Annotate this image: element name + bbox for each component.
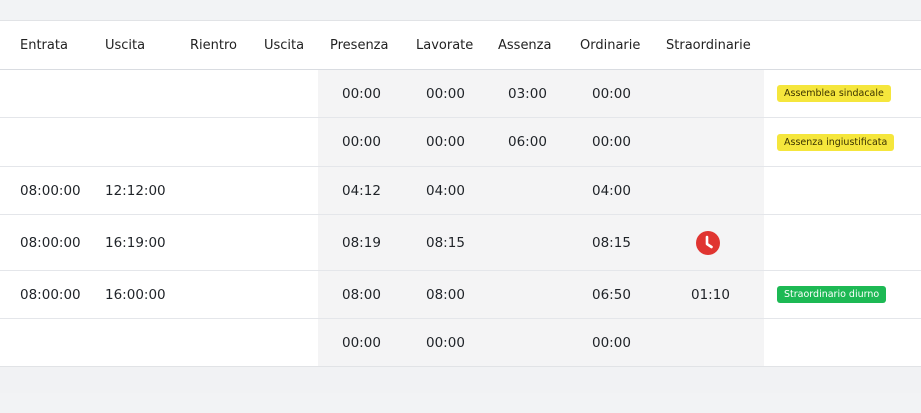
cell-ordinarie: 08:15 <box>592 234 631 251</box>
col-header-rientro: Rientro <box>190 37 237 53</box>
cell-ordinarie: 04:00 <box>592 182 631 199</box>
table-row[interactable]: 08:00:00 16:00:00 08:00 08:00 06:50 01:1… <box>0 271 921 319</box>
cell-lavorate: 00:00 <box>426 134 465 150</box>
cell-uscita: 16:00:00 <box>105 286 166 303</box>
top-strip <box>0 0 921 21</box>
cell-lavorate: 08:00 <box>426 286 465 303</box>
cell-uscita: 12:12:00 <box>105 182 166 199</box>
col-header-uscita: Uscita <box>105 37 146 53</box>
col-header-presenza: Presenza <box>330 37 389 53</box>
cell-entrata: 08:00:00 <box>20 234 81 251</box>
cell-entrata: 08:00:00 <box>20 182 81 199</box>
status-badge: Assenza ingiustificata <box>777 133 895 151</box>
cell-assenza: 03:00 <box>508 85 547 102</box>
cell-presenza: 08:00 <box>342 286 381 303</box>
cell-assenza: 06:00 <box>508 134 547 150</box>
status-badge: Assemblea sindacale <box>777 85 891 102</box>
cell-lavorate: 04:00 <box>426 182 465 199</box>
cell-entrata: 08:00:00 <box>20 286 81 303</box>
cell-presenza: 04:12 <box>342 182 381 199</box>
clock-icon[interactable] <box>696 230 720 255</box>
table-footer <box>0 366 921 393</box>
table-row[interactable]: 00:00 00:00 03:00 00:00 Assemblea sindac… <box>0 70 921 118</box>
col-header-ordinarie: Ordinarie <box>580 37 641 53</box>
cell-ordinarie: 00:00 <box>592 334 631 351</box>
cell-lavorate: 08:15 <box>426 234 465 251</box>
status-badge: Straordinario diurno <box>777 286 887 303</box>
table-row[interactable]: 00:00 00:00 06:00 00:00 Assenza ingiusti… <box>0 118 921 167</box>
col-header-lavorate: Lavorate <box>416 37 474 53</box>
cell-straordinarie: 01:10 <box>691 286 730 303</box>
col-header-uscita-2: Uscita <box>264 37 305 53</box>
table-header: Entrata Uscita Rientro Uscita Presenza L… <box>0 21 921 70</box>
cell-presenza: 00:00 <box>342 134 381 150</box>
cell-ordinarie: 06:50 <box>592 286 631 303</box>
col-header-entrata: Entrata <box>20 37 68 53</box>
table-row[interactable]: 08:00:00 12:12:00 04:12 04:00 04:00 <box>0 167 921 215</box>
cell-presenza: 00:00 <box>342 334 381 351</box>
timesheet-panel: Entrata Uscita Rientro Uscita Presenza L… <box>0 0 921 393</box>
cell-uscita: 16:19:00 <box>105 234 166 251</box>
col-header-assenza: Assenza <box>498 37 552 53</box>
table-row[interactable]: 00:00 00:00 00:00 <box>0 319 921 366</box>
cell-lavorate: 00:00 <box>426 334 465 351</box>
cell-ordinarie: 00:00 <box>592 134 631 150</box>
cell-presenza: 08:19 <box>342 234 381 251</box>
cell-presenza: 00:00 <box>342 85 381 102</box>
cell-ordinarie: 00:00 <box>592 85 631 102</box>
cell-lavorate: 00:00 <box>426 85 465 102</box>
col-header-straordinarie: Straordinarie <box>666 37 751 53</box>
table-row[interactable]: 08:00:00 16:19:00 08:19 08:15 08:15 <box>0 215 921 271</box>
